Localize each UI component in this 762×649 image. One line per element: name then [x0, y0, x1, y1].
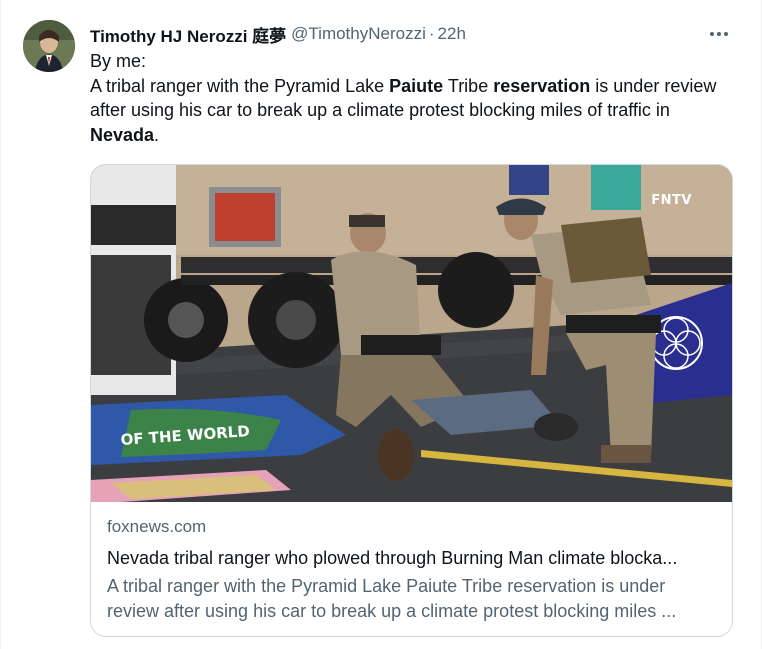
more-horizontal-icon[interactable] [707, 24, 731, 44]
tweet[interactable]: Timothy HJ Nerozzi 庭夢 @TimothyNerozzi · … [0, 0, 762, 649]
text-bold-segment: reservation [493, 75, 591, 96]
text-bold-segment: Nevada [90, 124, 155, 145]
text-segment: A tribal ranger with the Pyramid Lake [90, 75, 390, 96]
display-name[interactable]: Timothy HJ Nerozzi 庭夢 [90, 22, 286, 47]
avatar[interactable] [23, 20, 75, 72]
text-segment: . [154, 124, 160, 145]
user-handle[interactable]: @TimothyNerozzi [291, 24, 426, 44]
tweet-intro: By me: [90, 51, 147, 71]
card-meta: foxnews.com Nevada tribal ranger who plo… [107, 515, 719, 624]
tweet-body: A tribal ranger with the Pyramid Lake Pa… [90, 74, 730, 148]
news-watermark: FNTV [651, 193, 692, 208]
card-image[interactable]: OF THE WORLD FNTV [91, 165, 732, 502]
card-title[interactable]: Nevada tribal ranger who plowed through … [107, 545, 719, 571]
tweet-text: By me: A tribal ranger with the Pyramid … [90, 49, 730, 147]
card-domain[interactable]: foxnews.com [107, 515, 719, 539]
avatar-image [23, 20, 75, 72]
separator-dot: · [428, 24, 435, 43]
text-segment: Tribe [443, 75, 494, 96]
news-photo: OF THE WORLD [91, 165, 732, 502]
link-card[interactable]: OF THE WORLD FNTV foxnews.com Nevada tri… [90, 164, 733, 637]
card-description: A tribal ranger with the Pyramid Lake Pa… [107, 576, 677, 621]
timestamp[interactable]: 22h [438, 24, 466, 44]
tweet-header: Timothy HJ Nerozzi 庭夢 @TimothyNerozzi · … [90, 22, 466, 46]
text-bold-segment: Paiute [389, 75, 444, 96]
